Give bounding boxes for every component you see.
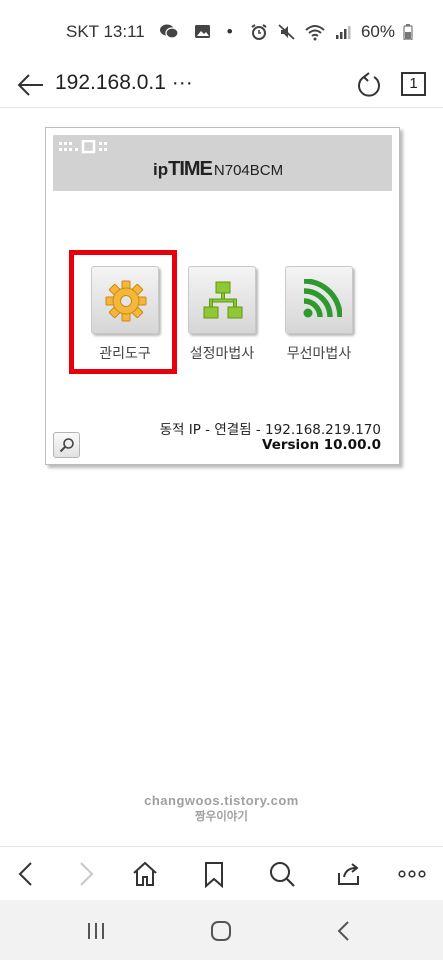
- status-left: SKT 13:11 •: [66, 22, 233, 42]
- alarm-icon: [251, 24, 267, 40]
- wireless-wizard-label[interactable]: 무선마법사: [269, 343, 369, 363]
- status-right: 60%: [249, 22, 413, 42]
- brand-ip: ip: [153, 160, 169, 179]
- wireless-wizard-button[interactable]: [285, 266, 353, 334]
- screen: SKT 13:11 • 60% 192.168.0.1 ··· 1 ip TIM…: [0, 0, 443, 960]
- search-toolbar-icon[interactable]: [267, 859, 297, 889]
- router-panel: ip TIME N704BCM 관리도구 설정마법사 무선마법사 동적 IP -…: [45, 127, 400, 465]
- url-text[interactable]: 192.168.0.1 ···: [55, 71, 193, 95]
- battery-icon: [403, 24, 413, 40]
- system-nav-bar: [0, 900, 443, 960]
- search-button[interactable]: [53, 432, 80, 458]
- firmware-version: Version 10.00.0: [262, 437, 381, 453]
- carrier-time: SKT 13:11: [66, 22, 145, 41]
- home-nav-icon[interactable]: [208, 918, 234, 944]
- status-bar: SKT 13:11 • 60%: [0, 0, 443, 66]
- panel-header: ip TIME N704BCM: [53, 135, 392, 191]
- setup-wizard-button[interactable]: [188, 266, 256, 334]
- back-nav-icon[interactable]: [331, 918, 357, 944]
- back-icon[interactable]: [12, 859, 42, 889]
- brand-model: N704BCM: [213, 162, 284, 179]
- highlight-box: [69, 250, 177, 374]
- watermark-name: 짱우이야기: [195, 809, 248, 823]
- connection-status: 동적 IP - 연결됨 - 192.168.219.170: [159, 422, 381, 438]
- network-icon: [203, 281, 243, 319]
- brand-time: TIME: [168, 158, 213, 180]
- bookmark-icon[interactable]: [199, 859, 229, 889]
- tab-count-button[interactable]: 1: [401, 72, 426, 96]
- mute-icon: [278, 24, 295, 40]
- more-icon[interactable]: [397, 859, 427, 889]
- recent-apps-icon[interactable]: [83, 918, 109, 944]
- forward-icon[interactable]: [70, 859, 100, 889]
- chat-icon: [159, 24, 179, 39]
- url-bar: 192.168.0.1 ··· 1: [0, 62, 443, 108]
- reload-icon[interactable]: [355, 70, 383, 100]
- home-icon[interactable]: [130, 859, 160, 889]
- browser-toolbar: [0, 846, 443, 900]
- router-brand: ip TIME N704BCM: [153, 158, 283, 181]
- back-arrow-icon[interactable]: [16, 70, 46, 100]
- setup-wizard-label[interactable]: 설정마법사: [172, 343, 272, 363]
- battery-percent: 60%: [360, 22, 395, 41]
- search-icon: [59, 438, 74, 453]
- watermark-site: changwoos.tistory.com: [144, 793, 299, 808]
- wifi-status-icon: [305, 25, 325, 41]
- image-icon: [194, 25, 210, 38]
- signal-icon: [335, 26, 351, 39]
- iptime-dots-logo-icon: [59, 140, 107, 154]
- wifi-icon: [303, 279, 342, 318]
- share-icon[interactable]: [334, 859, 364, 889]
- status-dot: •: [226, 22, 233, 41]
